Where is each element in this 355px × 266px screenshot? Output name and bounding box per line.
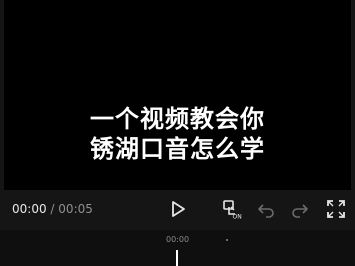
undo-icon[interactable]: [255, 198, 277, 220]
current-time: 00:00: [12, 202, 47, 216]
timeline[interactable]: 00:00: [0, 230, 355, 266]
fullscreen-icon[interactable]: [325, 198, 347, 220]
timeline-ruler-label: 00:00: [166, 235, 190, 244]
playback-controls: 00:00 / 00:05 ON: [0, 190, 355, 230]
keyframe-badge: ON: [233, 214, 242, 221]
play-icon[interactable]: [167, 198, 189, 220]
total-time: 00:05: [58, 202, 93, 216]
video-preview[interactable]: 一个视频教会你 锈湖口音怎么学: [4, 0, 351, 190]
caption-line-1: 一个视频教会你: [90, 105, 265, 133]
caption-line-2: 锈湖口音怎么学: [90, 135, 265, 163]
redo-icon[interactable]: [289, 198, 311, 220]
time-separator: /: [50, 202, 55, 216]
time-readout: 00:00 / 00:05: [12, 202, 93, 216]
timeline-playhead[interactable]: [176, 250, 178, 266]
timeline-ruler-tick: [226, 239, 228, 241]
keyframe-on-icon[interactable]: ON: [222, 198, 244, 220]
video-editor: 一个视频教会你 锈湖口音怎么学 00:00 / 00:05 ON 00:00: [0, 0, 355, 266]
caption: 一个视频教会你 锈湖口音怎么学: [4, 104, 351, 164]
